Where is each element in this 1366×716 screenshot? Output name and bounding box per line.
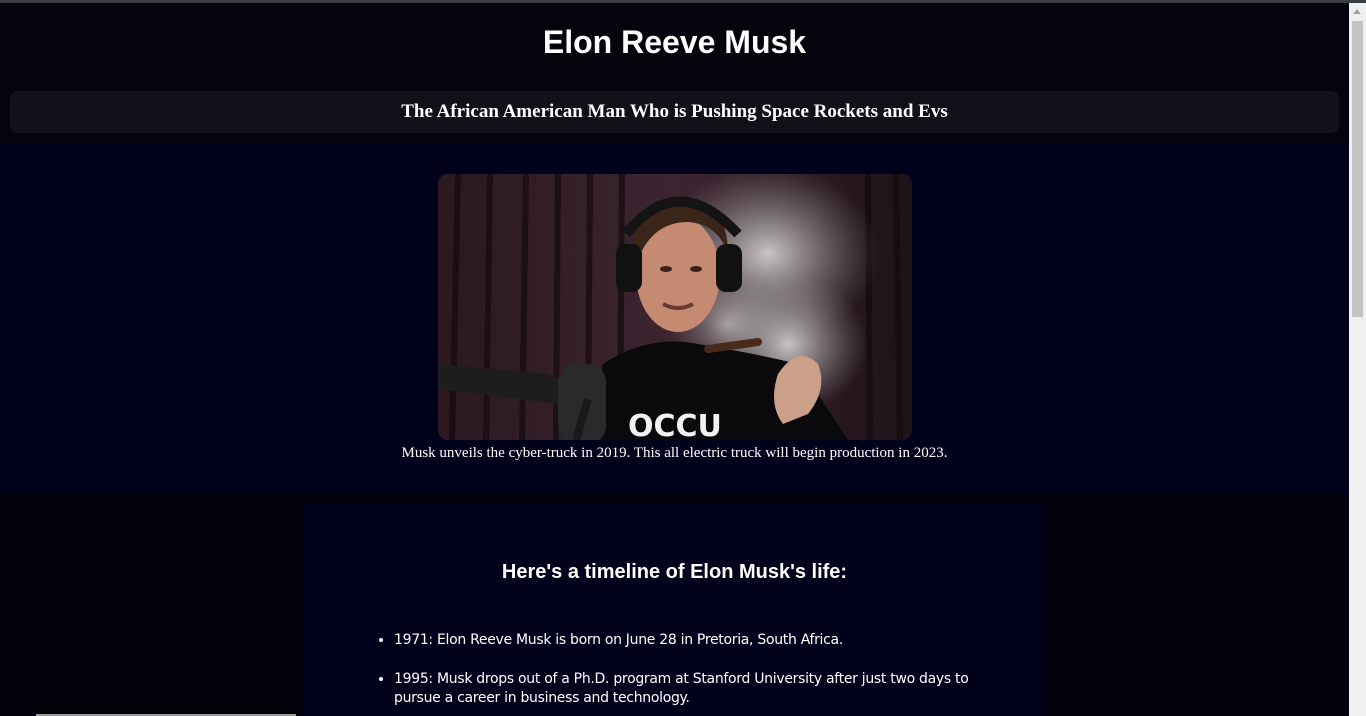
page-subtitle: The African American Man Who is Pushing …	[401, 101, 948, 122]
subtitle-banner: The African American Man Who is Pushing …	[10, 91, 1339, 133]
header: Elon Reeve Musk The African American Man…	[0, 3, 1349, 143]
musk-photo: OCCU	[438, 174, 912, 440]
shirt-text: OCCU	[628, 409, 722, 440]
image-section: OCCU Musk unveils the cyber-truck in 201…	[0, 143, 1349, 493]
timeline-item: 1995: Musk drops out of a Ph.D. program …	[394, 670, 974, 708]
image-caption: Musk unveils the cyber-truck in 2019. Th…	[401, 445, 948, 461]
page-title: Elon Reeve Musk	[542, 24, 807, 60]
timeline-item: 1971: Elon Reeve Musk is born on June 28…	[394, 631, 974, 650]
timeline-heading: Here's a timeline of Elon Musk's life:	[501, 561, 848, 583]
timeline-section: Here's a timeline of Elon Musk's life: 1…	[304, 503, 1045, 716]
timeline-list: 1971: Elon Reeve Musk is born on June 28…	[376, 631, 974, 716]
scrollbar-thumb[interactable]	[1352, 21, 1363, 317]
page-content: Elon Reeve Musk The African American Man…	[0, 3, 1349, 716]
scroll-up-arrow-icon[interactable]	[1353, 9, 1361, 14]
vertical-scrollbar[interactable]	[1349, 3, 1366, 716]
